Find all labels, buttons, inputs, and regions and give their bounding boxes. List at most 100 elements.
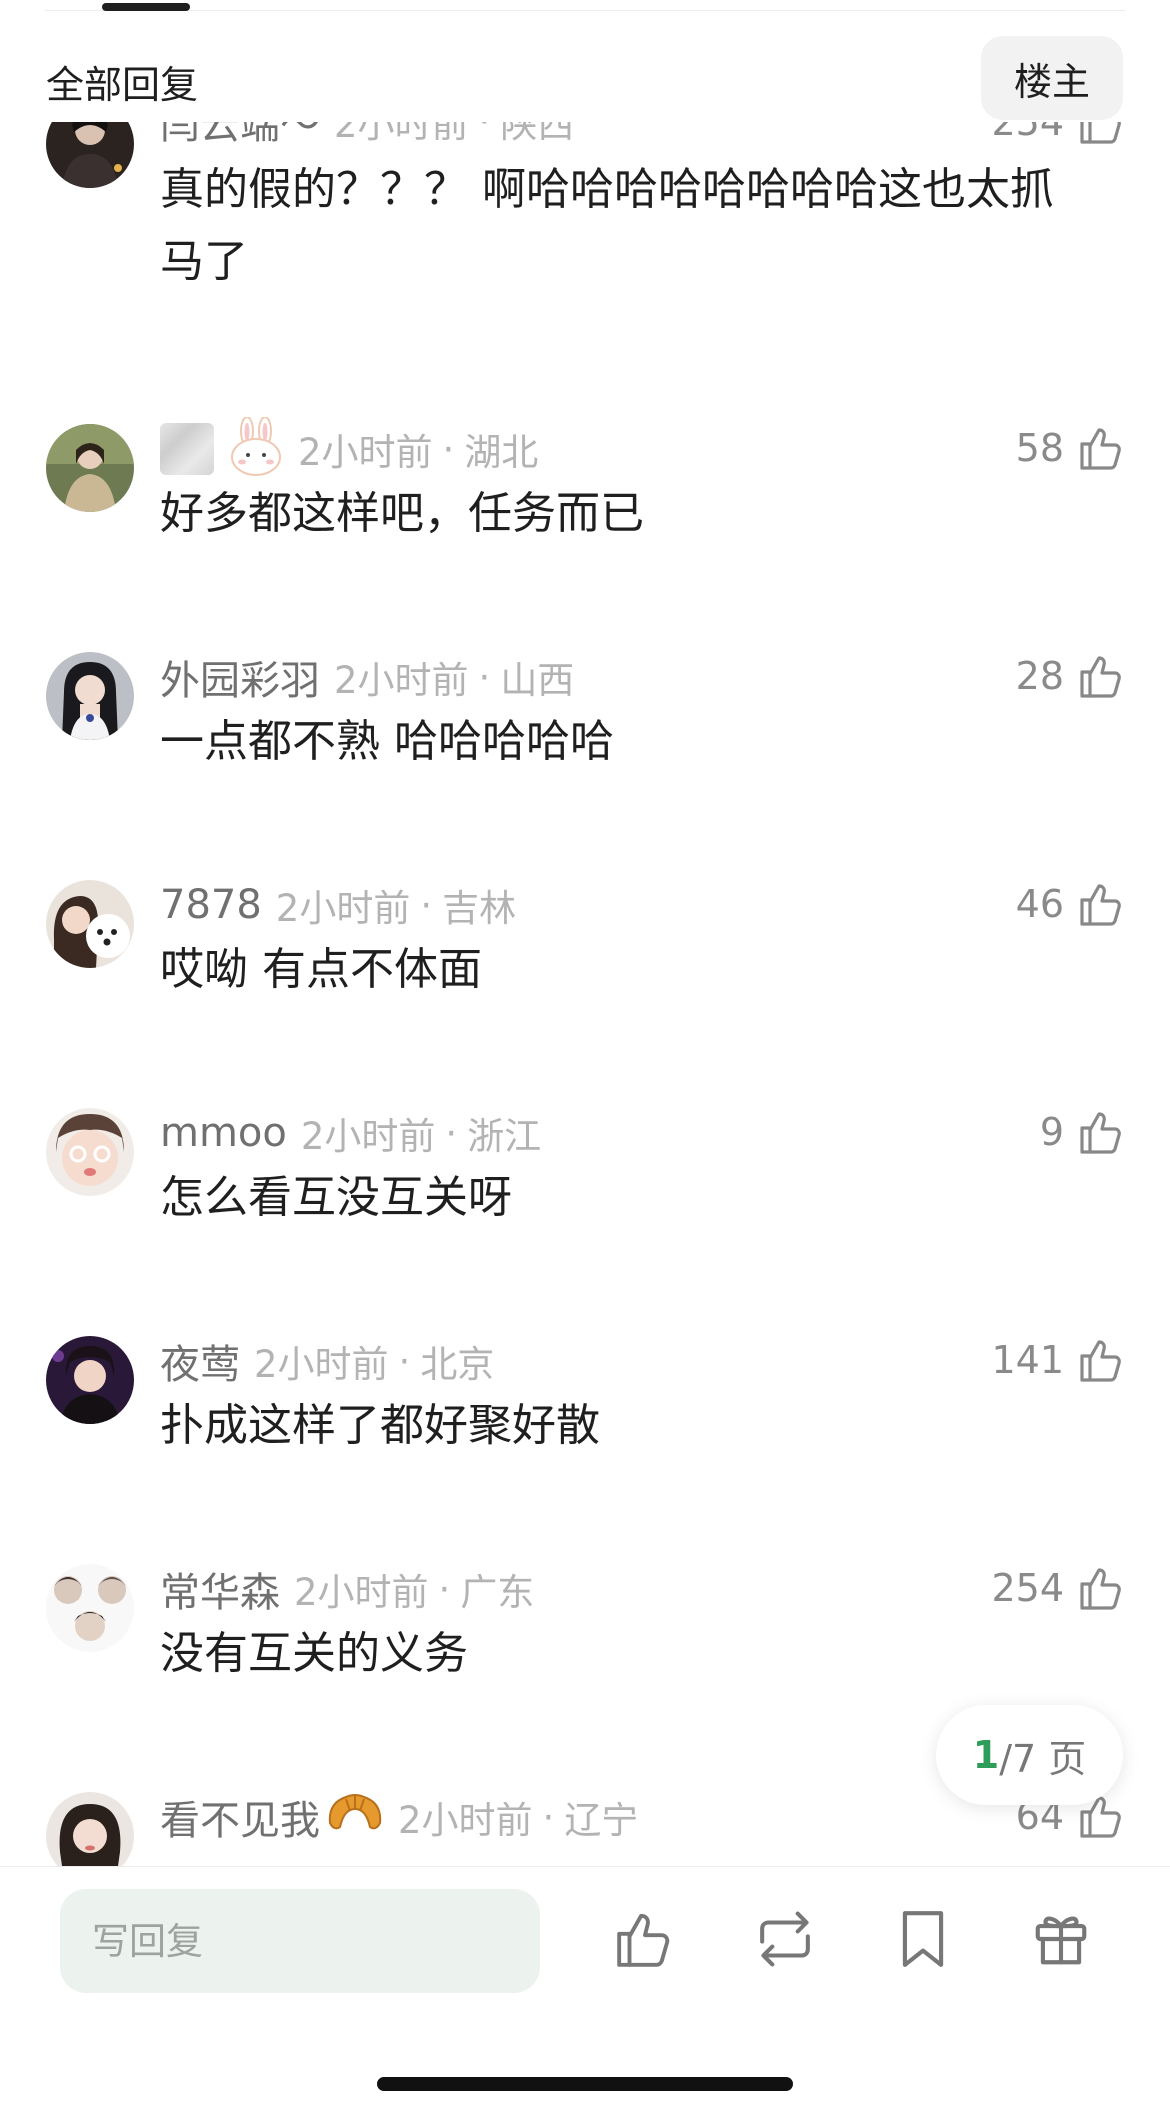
comment-time: 2小时前 [275, 887, 411, 930]
like-button[interactable]: 254 [991, 122, 1126, 150]
thumbs-up-icon [1078, 1564, 1126, 1612]
bookmark-icon [896, 1908, 950, 1974]
comment-item: 闫云端～ 2小时前 · 陕西 254 真的假的？？？ 啊哈哈哈哈哈哈哈哈这也太抓… [0, 122, 1170, 287]
avatar[interactable] [46, 1336, 134, 1424]
avatar[interactable] [46, 652, 134, 740]
separator-dot: · [478, 655, 491, 699]
separator-dot: · [542, 1795, 555, 1839]
total-pages: /7 页 [999, 1736, 1087, 1781]
comment-text: 扑成这样了都好聚好散 [160, 1400, 600, 1451]
comment-meta: 常华森 2小时前 · 广东 [160, 1564, 535, 1617]
gift-button[interactable] [1025, 1905, 1097, 1977]
user-name[interactable]: 常华森 [160, 1560, 280, 1618]
comment-location: 广东 [460, 1571, 535, 1614]
comment-item: mmoo 2小时前 · 浙江 9 怎么看互没互关呀 [0, 1108, 1170, 1288]
comment-time: 2小时前 [334, 659, 469, 702]
comment-location: 陕西 [500, 122, 575, 146]
thumbs-up-icon [1078, 652, 1126, 700]
repost-button[interactable] [749, 1905, 821, 1977]
user-name[interactable]: 外园彩羽 [160, 648, 320, 706]
like-count: 58 [1015, 426, 1064, 470]
like-count: 9 [1039, 1110, 1064, 1154]
like-count: 254 [991, 122, 1064, 144]
croissant-icon [326, 1789, 384, 1845]
comment-time: 2小时前 [294, 1571, 429, 1614]
avatar[interactable] [46, 424, 134, 512]
like-post-button[interactable] [609, 1905, 681, 1977]
thumbs-up-icon [1078, 1108, 1126, 1156]
tab-indicator [102, 3, 190, 11]
comment-time: 2小时前 [300, 1115, 436, 1158]
comment-meta: 闫云端～ 2小时前 · 陕西 [160, 122, 575, 148]
thumbs-up-icon [614, 1908, 676, 1974]
top-divider [45, 10, 1125, 11]
user-name[interactable]: 闫云端～ [160, 122, 320, 150]
like-button[interactable]: 141 [991, 1332, 1126, 1388]
like-count: 46 [1015, 882, 1064, 926]
separator-dot: · [438, 1567, 451, 1611]
separator-dot: · [420, 883, 433, 927]
comment-list[interactable]: 闫云端～ 2小时前 · 陕西 254 真的假的？？？ 啊哈哈哈哈哈哈哈哈这也太抓… [0, 122, 1170, 1866]
separator-dot: · [479, 122, 491, 143]
repost-icon [752, 1908, 818, 1974]
comment-text: 真的假的？？？ 啊哈哈哈哈哈哈哈哈这也太抓马了 [160, 164, 1054, 287]
comment-meta: 看不见我 2小时前 · 辽宁 [160, 1789, 639, 1845]
comment-item: 夜莺 2小时前 · 北京 141 扑成这样了都好聚好散 [0, 1336, 1170, 1516]
all-replies-title: 全部回复 [46, 63, 199, 107]
gift-icon [1030, 1908, 1092, 1974]
comment-time: 2小时前 [254, 1343, 389, 1386]
user-name[interactable]: 7878 [160, 882, 262, 928]
comment-meta: 夜莺 2小时前 · 北京 [160, 1336, 495, 1389]
page-indicator[interactable]: 1/7 页 [936, 1705, 1123, 1805]
home-indicator[interactable] [377, 2077, 793, 2091]
thumbs-up-icon [1078, 424, 1126, 472]
separator-dot: · [445, 1111, 458, 1155]
thumbs-up-icon [1078, 122, 1126, 146]
avatar[interactable] [46, 1108, 134, 1196]
current-page: 1 [972, 1733, 1000, 1777]
reply-input[interactable] [60, 1889, 540, 1993]
comment-location: 辽宁 [564, 1799, 639, 1842]
comment-meta: 7878 2小时前 · 吉林 [160, 880, 516, 930]
like-button[interactable]: 46 [1016, 876, 1126, 932]
comment-item: 7878 2小时前 · 吉林 46 哎呦 有点不体面 [0, 880, 1170, 1060]
user-name[interactable]: 夜莺 [160, 1332, 240, 1390]
comment-location: 湖北 [464, 431, 539, 474]
comment-meta: 2小时前 · 湖北 [160, 416, 539, 476]
comment-meta: mmoo 2小时前 · 浙江 [160, 1108, 541, 1158]
like-button[interactable]: 58 [1016, 420, 1126, 476]
avatar[interactable] [46, 880, 134, 968]
comment-meta: 外园彩羽 2小时前 · 山西 [160, 652, 575, 705]
like-count: 254 [991, 1566, 1064, 1610]
comment-item: 2小时前 · 湖北 58 好多都这样吧，任务而已 [0, 416, 1170, 604]
thumbs-up-icon [1078, 1336, 1126, 1384]
comment-location: 浙江 [467, 1115, 542, 1158]
floor-owner-filter-button[interactable]: 楼主 [981, 36, 1123, 120]
comment-text: 好多都这样吧，任务而已 [160, 488, 644, 539]
like-count: 28 [1015, 654, 1064, 698]
comment-location: 北京 [420, 1343, 495, 1386]
blurred-name-placeholder [160, 423, 214, 475]
user-name[interactable]: 看不见我 [160, 1788, 320, 1846]
separator-dot: · [442, 427, 455, 471]
comment-location: 吉林 [442, 887, 517, 930]
favorite-button[interactable] [887, 1905, 959, 1977]
like-button[interactable]: 28 [1016, 648, 1126, 704]
comment-time: 2小时前 [334, 122, 469, 146]
thumbs-up-icon [1078, 880, 1126, 928]
avatar[interactable] [46, 1792, 134, 1866]
rabbit-sticker-icon [228, 416, 284, 481]
like-count: 141 [991, 1338, 1064, 1382]
like-button[interactable]: 9 [1040, 1104, 1126, 1160]
avatar[interactable] [46, 1564, 134, 1652]
comment-location: 山西 [500, 659, 575, 702]
replies-header: 全部回复 楼主 [0, 36, 1170, 122]
comment-text: 怎么看互没互关呀 [160, 1172, 512, 1223]
comment-text: 哎呦 有点不体面 [160, 944, 482, 995]
user-name[interactable]: mmoo [160, 1110, 287, 1156]
comment-time: 2小时前 [298, 431, 433, 474]
comment-text: 没有互关的义务 [160, 1628, 468, 1679]
like-button[interactable]: 254 [991, 1560, 1126, 1616]
comment-time: 2小时前 [398, 1799, 533, 1842]
avatar[interactable] [46, 122, 134, 188]
